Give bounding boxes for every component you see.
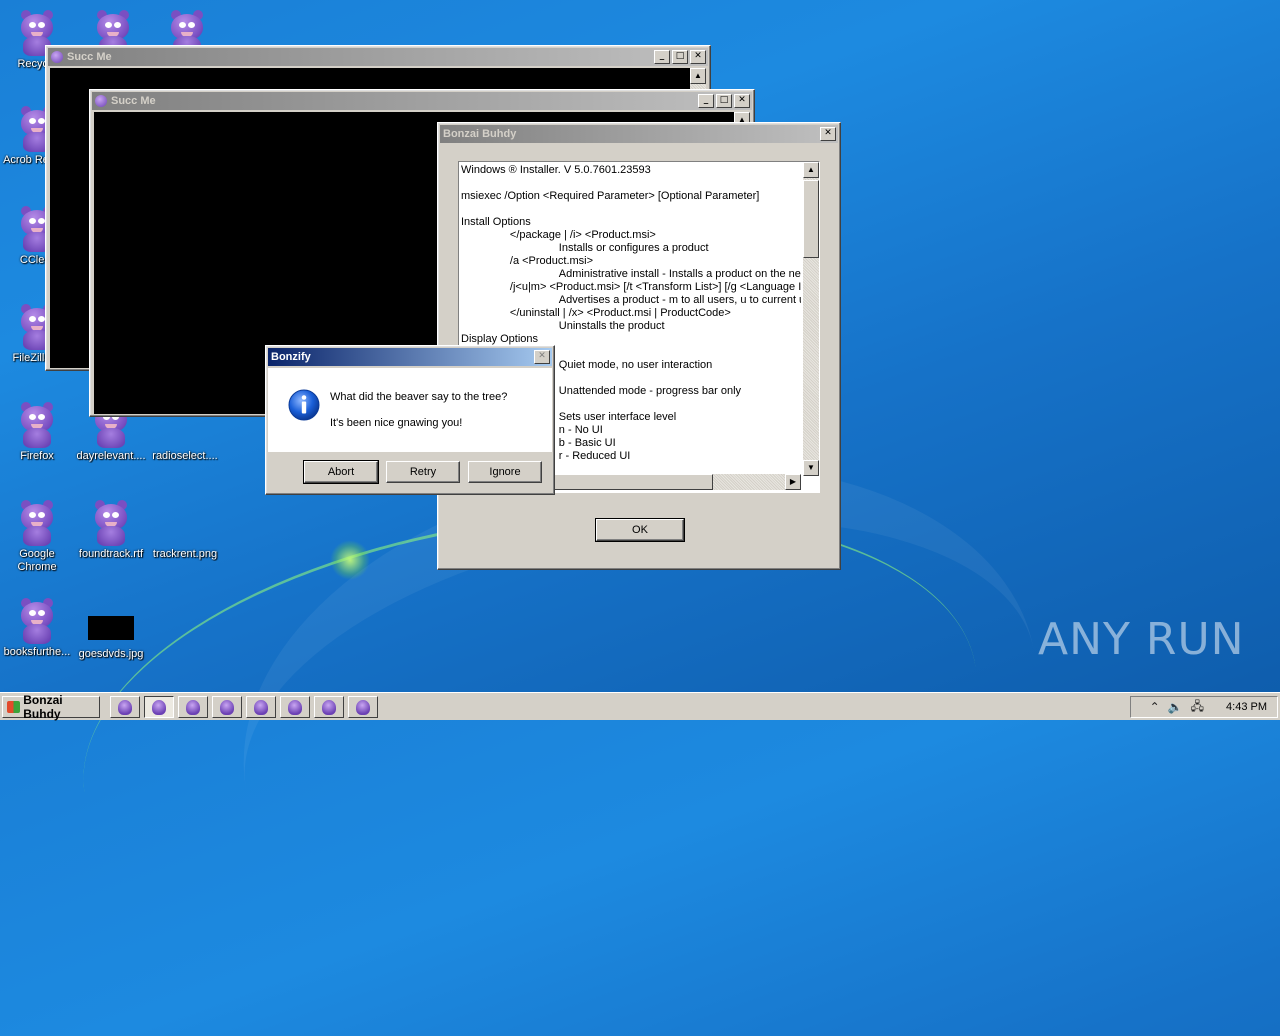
bonzi-icon <box>17 400 57 448</box>
help-text-line: Uninstalls the product <box>461 320 665 332</box>
taskbar-task[interactable] <box>212 696 242 718</box>
help-text-line: /j<u|m> <Product.msi> [/t <Transform Lis… <box>461 281 801 293</box>
wallpaper-glow <box>330 540 370 580</box>
window-titlebar[interactable]: Bonzai Buhdy ✕ <box>440 125 838 143</box>
taskbar-task[interactable] <box>348 696 378 718</box>
windows-flag-icon <box>7 701 21 713</box>
desktop-icon-label: foundtrack.rtf <box>78 548 144 560</box>
desktop-icon-foundtrack[interactable]: foundtrack.rtf <box>74 498 148 561</box>
desktop-icon-label: Firefox <box>20 450 54 462</box>
desktop-icon-label: booksfurthe... <box>3 646 71 658</box>
scroll-thumb[interactable] <box>803 180 819 258</box>
window-titlebar[interactable]: Succ Me _ □ ✕ <box>92 92 752 110</box>
clock[interactable]: 4:43 PM <box>1226 701 1267 713</box>
bonzi-task-icon <box>254 700 268 715</box>
help-text-line: /a <Product.msi> <box>461 255 594 267</box>
scroll-up-button[interactable]: ▲ <box>690 68 706 84</box>
desktop-icon-booksfurther[interactable]: booksfurthe... <box>0 596 74 659</box>
minimize-button[interactable]: _ <box>698 94 714 108</box>
taskbar-task-active[interactable] <box>144 696 174 718</box>
window-title: Succ Me <box>67 51 112 63</box>
scroll-up-button[interactable]: ▲ <box>803 162 819 178</box>
window-titlebar[interactable]: Bonzify ✕ <box>268 348 552 366</box>
bonzi-task-icon <box>288 700 302 715</box>
help-text-line: Advertises a product - m to all users, u… <box>461 294 801 306</box>
help-text-line: </uninstall | /x> <Product.msi | Product… <box>461 307 731 319</box>
bonzi-task-icon <box>356 700 370 715</box>
chevron-up-icon[interactable]: ⌃ <box>1150 700 1160 714</box>
bonzi-task-icon <box>118 700 132 715</box>
desktop-icon-label: radioselect.... <box>152 450 218 462</box>
taskbar: Bonzai Buhdy ⌃ 🔈 🖧 4:43 PM <box>0 692 1280 721</box>
network-icon[interactable]: 🖧 <box>1191 697 1204 718</box>
ignore-button[interactable]: Ignore <box>468 461 542 483</box>
close-button[interactable]: ✕ <box>534 350 550 364</box>
bonzi-icon <box>91 498 131 546</box>
bonzi-icon <box>17 596 57 644</box>
help-text-line: msiexec /Option <Required Parameter> [Op… <box>461 190 760 202</box>
desktop-icon-goesdvds[interactable]: goesdvds.jpg <box>74 600 148 661</box>
taskbar-task[interactable] <box>314 696 344 718</box>
bonzi-task-icon <box>186 700 200 715</box>
close-button[interactable]: ✕ <box>734 94 750 108</box>
minimize-button[interactable]: _ <box>654 50 670 64</box>
window-title: Succ Me <box>111 95 156 107</box>
close-button[interactable]: ✕ <box>820 127 836 141</box>
window-title: Bonzai Buhdy <box>443 128 517 140</box>
maximize-button[interactable]: □ <box>716 94 732 108</box>
start-button-label: Bonzai Buhdy <box>23 693 63 721</box>
desktop-icon-trackrent[interactable]: trackrent.png <box>148 498 222 561</box>
vertical-scrollbar[interactable]: ▲ ▼ <box>803 162 819 476</box>
bonzi-task-icon <box>322 700 336 715</box>
help-text-line <box>461 177 801 190</box>
help-text-line: Administrative install - Installs a prod… <box>461 268 801 280</box>
abort-button[interactable]: Abort <box>303 460 379 484</box>
help-text-line: Windows ® Installer. V 5.0.7601.23593 <box>461 164 651 176</box>
desktop-icon-firefox[interactable]: Firefox <box>0 400 74 463</box>
desktop-icon-chrome[interactable]: Google Chrome <box>0 498 74 574</box>
help-text-line: </package | /i> <Product.msi> <box>461 229 656 241</box>
bonzi-app-icon <box>95 95 107 107</box>
desktop-icon-label: Google Chrome <box>17 548 57 573</box>
info-icon <box>288 389 320 421</box>
taskbar-task[interactable] <box>280 696 310 718</box>
anyrun-watermark: ANY RUN <box>1038 614 1245 665</box>
desktop-icon-label: goesdvds.jpg <box>78 648 144 660</box>
system-tray: ⌃ 🔈 🖧 4:43 PM <box>1130 696 1278 718</box>
maximize-button[interactable]: □ <box>672 50 688 64</box>
close-button[interactable]: ✕ <box>690 50 706 64</box>
taskbar-task[interactable] <box>110 696 140 718</box>
help-text-line: Install Options <box>461 216 531 228</box>
desktop-icon-label: dayrelevant.... <box>76 450 146 462</box>
image-thumbnail <box>88 616 134 640</box>
dialog-message-question: What did the beaver say to the tree? <box>330 391 508 403</box>
window-titlebar[interactable]: Succ Me _ □ ✕ <box>48 48 708 66</box>
taskbar-task[interactable] <box>178 696 208 718</box>
bonzi-app-icon <box>51 51 63 63</box>
scroll-right-button[interactable]: ▶ <box>785 474 801 490</box>
taskbar-task[interactable] <box>246 696 276 718</box>
bonzify-dialog[interactable]: Bonzify ✕ What did the beaver say to the… <box>265 345 555 495</box>
ok-button[interactable]: OK <box>595 518 685 542</box>
retry-button[interactable]: Retry <box>386 461 460 483</box>
help-text-line: Installs or configures a product <box>461 242 709 254</box>
bonzi-task-icon <box>220 700 234 715</box>
dialog-message-answer: It's been nice gnawing you! <box>330 417 463 429</box>
help-text-line <box>461 203 801 216</box>
start-button[interactable]: Bonzai Buhdy <box>2 693 100 721</box>
desktop-icon-label: trackrent.png <box>152 548 218 560</box>
bonzi-icon <box>17 498 57 546</box>
scroll-down-button[interactable]: ▼ <box>803 460 819 476</box>
speaker-icon[interactable]: 🔈 <box>1168 700 1183 714</box>
bonzi-task-icon <box>152 700 166 715</box>
window-title: Bonzify <box>271 351 311 363</box>
